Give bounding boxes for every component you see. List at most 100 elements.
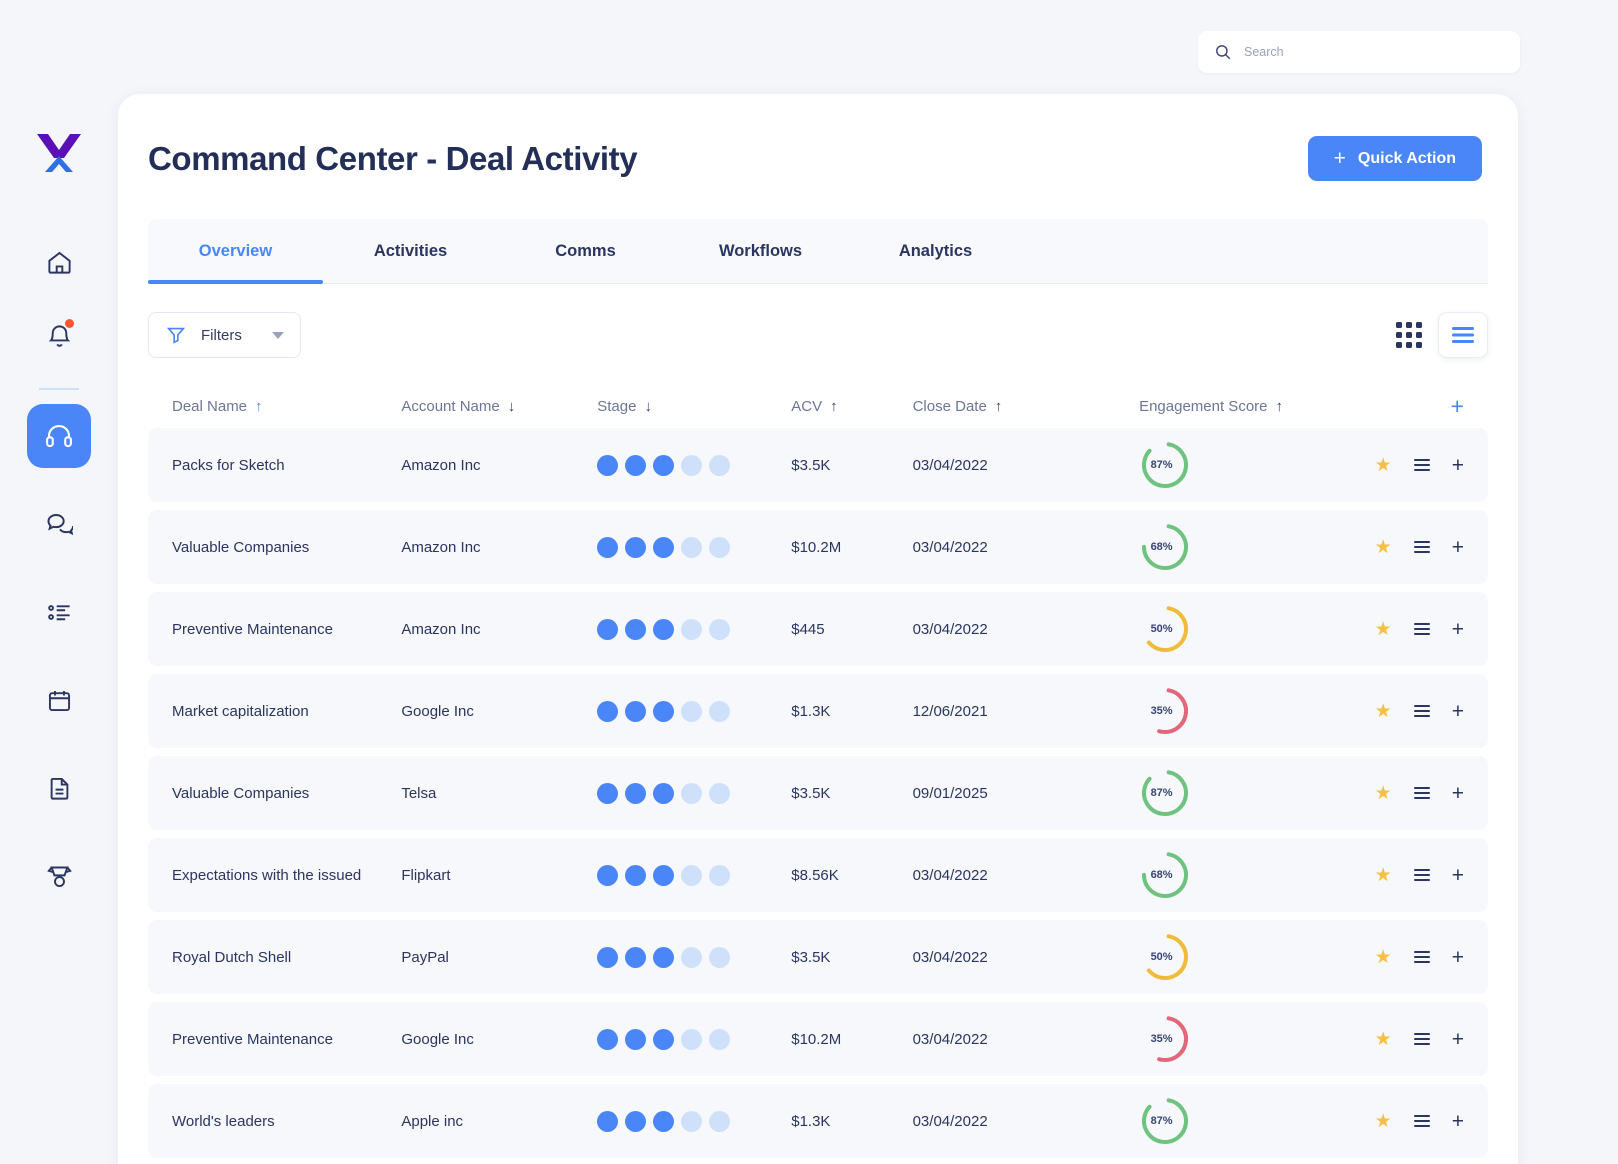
- sort-arrow-down-icon: ↓: [644, 398, 652, 415]
- column-header-acv[interactable]: ACV↑: [791, 398, 912, 415]
- engagement-score-label: 87%: [1139, 439, 1191, 491]
- cell-account-name: Amazon Inc: [401, 539, 597, 556]
- star-icon[interactable]: ★: [1375, 946, 1392, 969]
- cell-close-date: 03/04/2022: [913, 621, 1139, 638]
- cell-stage: [597, 619, 791, 640]
- cell-row-actions: ★+: [1354, 782, 1464, 805]
- add-icon[interactable]: +: [1452, 619, 1464, 640]
- menu-icon[interactable]: [1414, 869, 1430, 881]
- column-header-deal-name[interactable]: Deal Name↑: [172, 398, 401, 415]
- sidebar-item-awards[interactable]: [27, 844, 91, 908]
- star-icon[interactable]: ★: [1375, 1028, 1392, 1051]
- sidebar-divider: [39, 388, 79, 390]
- deals-table: Deal Name↑ Account Name↓ Stage↓ ACV↑ Clo…: [148, 384, 1488, 1158]
- column-label: Close Date: [913, 398, 987, 415]
- cell-stage: [597, 701, 791, 722]
- add-icon[interactable]: +: [1452, 1111, 1464, 1132]
- add-icon[interactable]: +: [1452, 701, 1464, 722]
- add-icon[interactable]: +: [1452, 1029, 1464, 1050]
- cell-account-name: Google Inc: [401, 703, 597, 720]
- add-icon[interactable]: +: [1452, 455, 1464, 476]
- star-icon[interactable]: ★: [1375, 454, 1392, 477]
- cell-deal-name: Valuable Companies: [172, 539, 401, 556]
- add-icon[interactable]: +: [1452, 947, 1464, 968]
- cell-row-actions: ★+: [1354, 946, 1464, 969]
- sidebar-item-messages[interactable]: [27, 492, 91, 556]
- cell-deal-name: Expectations with the issued: [172, 867, 401, 884]
- chevron-down-icon: [272, 332, 284, 339]
- tab-workflows[interactable]: Workflows: [673, 219, 848, 283]
- tab-activities[interactable]: Activities: [323, 219, 498, 283]
- star-icon[interactable]: ★: [1375, 782, 1392, 805]
- column-header-close-date[interactable]: Close Date ↑: [913, 398, 1139, 415]
- cell-deal-name: Valuable Companies: [172, 785, 401, 802]
- table-row[interactable]: Expectations with the issuedFlipkart$8.5…: [148, 838, 1488, 912]
- add-icon[interactable]: +: [1452, 865, 1464, 886]
- tab-analytics[interactable]: Analytics: [848, 219, 1023, 283]
- cell-deal-name: Packs for Sketch: [172, 457, 401, 474]
- notification-badge-dot: [65, 319, 74, 328]
- main-panel: Command Center - Deal Activity + Quick A…: [118, 94, 1518, 1164]
- add-column-button[interactable]: +: [1451, 395, 1464, 418]
- star-icon[interactable]: ★: [1375, 1110, 1392, 1133]
- cell-acv: $1.3K: [791, 703, 912, 720]
- engagement-gauge: 68%: [1139, 849, 1191, 901]
- sidebar-item-calendar[interactable]: [27, 668, 91, 732]
- search-input[interactable]: [1244, 45, 1494, 59]
- star-icon[interactable]: ★: [1375, 700, 1392, 723]
- quick-action-button[interactable]: + Quick Action: [1308, 136, 1482, 181]
- stage-progress-dots: [597, 619, 791, 640]
- grid-view-icon: [1396, 322, 1422, 348]
- grid-view-button[interactable]: [1392, 318, 1426, 352]
- engagement-gauge: 50%: [1139, 931, 1191, 983]
- list-view-button[interactable]: [1438, 312, 1488, 358]
- search-bar[interactable]: [1198, 31, 1520, 73]
- menu-icon[interactable]: [1414, 1115, 1430, 1127]
- table-row[interactable]: Royal Dutch ShellPayPal$3.5K03/04/202250…: [148, 920, 1488, 994]
- table-row[interactable]: World's leadersApple inc$1.3K03/04/20228…: [148, 1084, 1488, 1158]
- engagement-score-label: 87%: [1139, 1095, 1191, 1147]
- sort-arrow-up-icon: ↑: [830, 398, 838, 415]
- sidebar-item-support[interactable]: [27, 404, 91, 468]
- table-row[interactable]: Preventive MaintenanceGoogle Inc$10.2M03…: [148, 1002, 1488, 1076]
- cell-engagement-score: 35%: [1139, 1013, 1354, 1065]
- column-header-engagement-score[interactable]: Engagement Score↑: [1139, 398, 1354, 415]
- sidebar-item-documents[interactable]: [27, 756, 91, 820]
- list-view-icon: [1452, 326, 1474, 344]
- column-header-stage[interactable]: Stage↓: [597, 398, 791, 415]
- menu-icon[interactable]: [1414, 705, 1430, 717]
- sidebar-item-tasks[interactable]: [27, 580, 91, 644]
- brand-logo[interactable]: [31, 128, 87, 178]
- table-row[interactable]: Valuable CompaniesAmazon Inc$10.2M03/04/…: [148, 510, 1488, 584]
- tab-comms[interactable]: Comms: [498, 219, 673, 283]
- star-icon[interactable]: ★: [1375, 864, 1392, 887]
- sort-arrow-up-icon: ↑: [995, 398, 1003, 415]
- cell-close-date: 03/04/2022: [913, 1113, 1139, 1130]
- sidebar-nav: [27, 230, 91, 918]
- tab-overview[interactable]: Overview: [148, 219, 323, 283]
- menu-icon[interactable]: [1414, 1033, 1430, 1045]
- filters-button[interactable]: Filters: [148, 312, 301, 358]
- table-header-row: Deal Name↑ Account Name↓ Stage↓ ACV↑ Clo…: [148, 384, 1488, 428]
- star-icon[interactable]: ★: [1375, 536, 1392, 559]
- table-row[interactable]: Packs for SketchAmazon Inc$3.5K03/04/202…: [148, 428, 1488, 502]
- list-icon: [46, 599, 73, 626]
- add-icon[interactable]: +: [1452, 783, 1464, 804]
- menu-icon[interactable]: [1414, 951, 1430, 963]
- sidebar-item-notifications[interactable]: [27, 304, 91, 368]
- table-row[interactable]: Valuable CompaniesTelsa$3.5K09/01/202587…: [148, 756, 1488, 830]
- star-icon[interactable]: ★: [1375, 618, 1392, 641]
- sidebar-item-home[interactable]: [27, 230, 91, 294]
- tab-label: Analytics: [899, 242, 972, 261]
- table-row[interactable]: Preventive MaintenanceAmazon Inc$44503/0…: [148, 592, 1488, 666]
- stage-progress-dots: [597, 701, 791, 722]
- menu-icon[interactable]: [1414, 623, 1430, 635]
- menu-icon[interactable]: [1414, 459, 1430, 471]
- tab-label: Activities: [374, 242, 447, 261]
- table-row[interactable]: Market capitalizationGoogle Inc$1.3K12/0…: [148, 674, 1488, 748]
- menu-icon[interactable]: [1414, 541, 1430, 553]
- column-header-account-name[interactable]: Account Name↓: [401, 398, 597, 415]
- add-icon[interactable]: +: [1452, 537, 1464, 558]
- filters-label: Filters: [201, 327, 242, 344]
- menu-icon[interactable]: [1414, 787, 1430, 799]
